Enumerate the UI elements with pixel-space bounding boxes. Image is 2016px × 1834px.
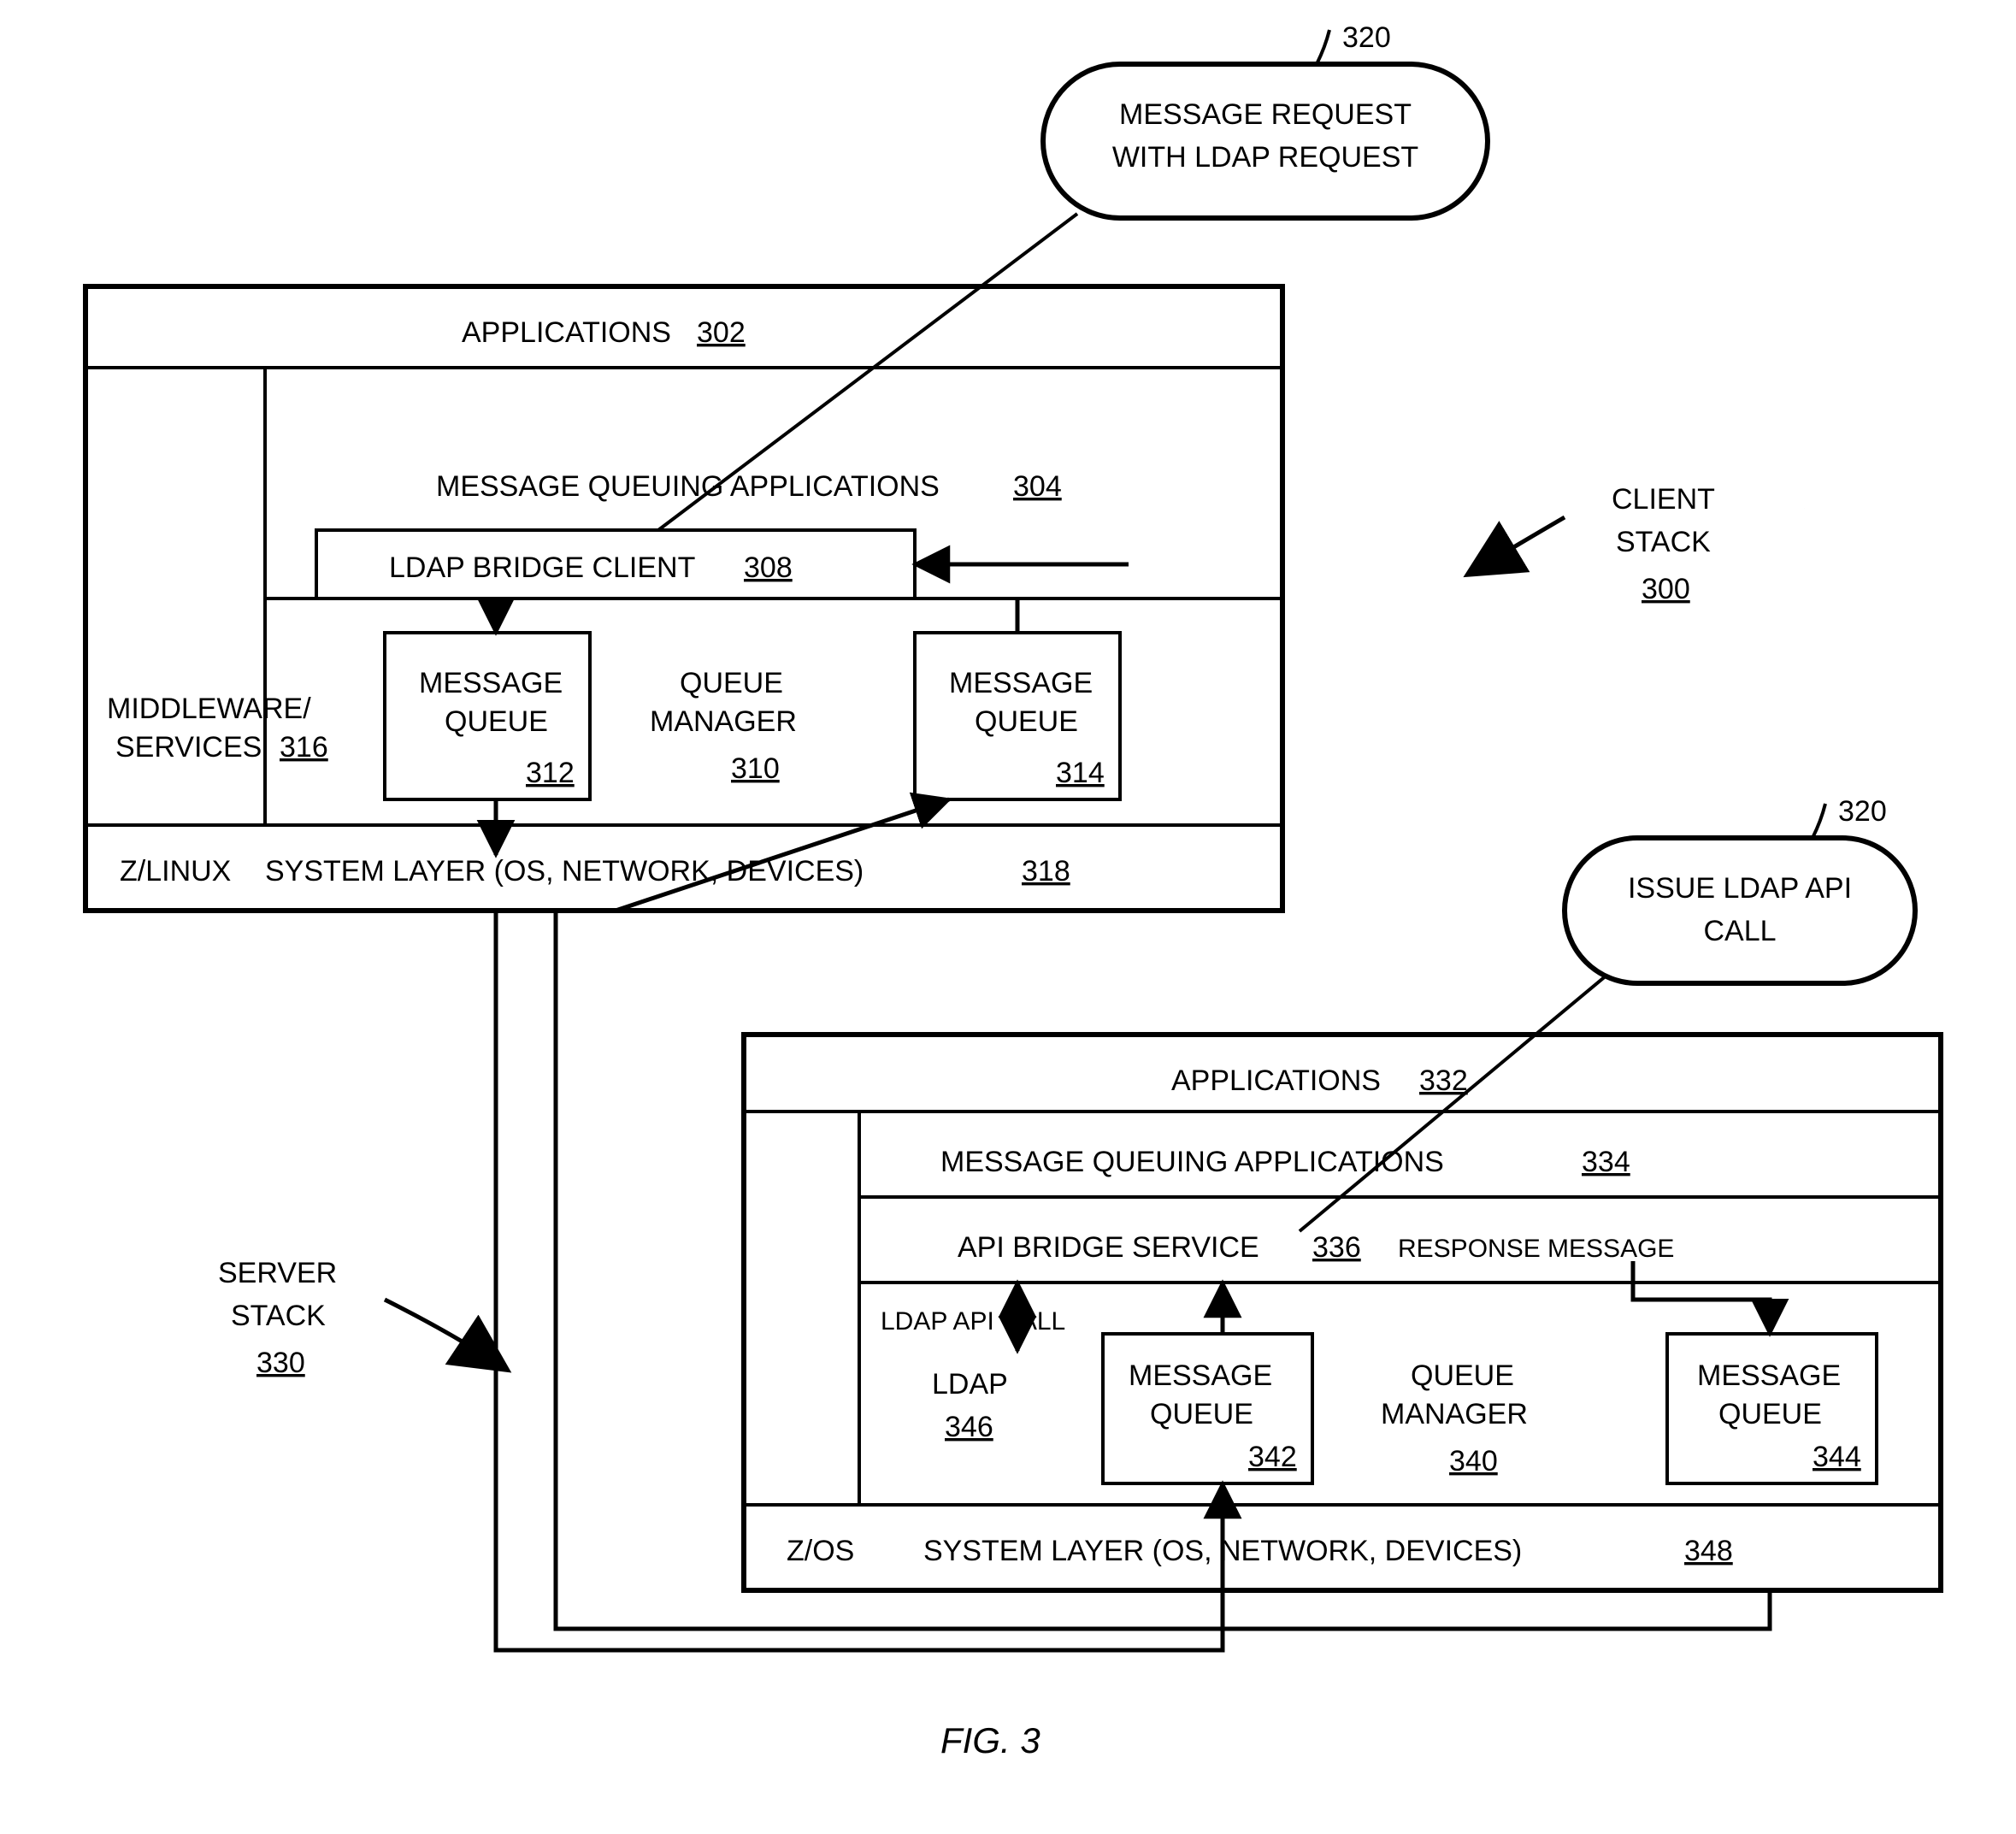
server-mqueue-344-l1: MESSAGE bbox=[1697, 1359, 1841, 1392]
server-ldap-num: 346 bbox=[945, 1411, 993, 1443]
figure-3-diagram: APPLICATIONS 302 MESSAGE QUEUING APPLICA… bbox=[0, 0, 2016, 1834]
svg-text:WITH LDAP REQUEST: WITH LDAP REQUEST bbox=[1112, 141, 1418, 174]
server-apps-num: 332 bbox=[1419, 1064, 1468, 1097]
client-stack: APPLICATIONS 302 MESSAGE QUEUING APPLICA… bbox=[85, 286, 1282, 911]
server-system-num: 348 bbox=[1684, 1535, 1733, 1567]
svg-text:320: 320 bbox=[1342, 21, 1391, 54]
client-mq-num: 304 bbox=[1013, 470, 1062, 503]
client-qm-l1: QUEUE bbox=[680, 667, 783, 699]
client-mqueue-314-l2: QUEUE bbox=[975, 705, 1078, 738]
client-mq-label: MESSAGE QUEUING APPLICATIONS bbox=[436, 470, 940, 503]
svg-text:CLIENT: CLIENT bbox=[1612, 483, 1715, 516]
middleware-num: 316 bbox=[280, 731, 328, 764]
server-qm-num: 340 bbox=[1449, 1445, 1498, 1477]
server-system-prefix: Z/OS bbox=[787, 1535, 854, 1567]
arrow-server-back-to-client bbox=[556, 911, 1770, 1629]
server-stack-pointer bbox=[385, 1300, 504, 1368]
client-apps-label: APPLICATIONS bbox=[462, 316, 671, 349]
svg-text:CALL: CALL bbox=[1703, 915, 1776, 947]
callout-message-request: MESSAGE REQUEST WITH LDAP REQUEST 320 bbox=[1043, 21, 1488, 218]
client-qm-num: 310 bbox=[731, 752, 780, 785]
ldap-api-call-label: LDAP API CALL bbox=[881, 1307, 1065, 1336]
client-system-num: 318 bbox=[1022, 855, 1070, 888]
server-mqueue-342-l2: QUEUE bbox=[1150, 1398, 1253, 1430]
server-apps-label: APPLICATIONS bbox=[1171, 1064, 1381, 1097]
client-qm-l2: MANAGER bbox=[650, 705, 797, 738]
client-system-prefix: Z/LINUX bbox=[120, 855, 231, 888]
api-bridge-num: 336 bbox=[1312, 1231, 1361, 1264]
issue-call-leader bbox=[1300, 975, 1607, 1231]
figure-caption: FIG. 3 bbox=[940, 1720, 1040, 1760]
server-ldap-label: LDAP bbox=[932, 1368, 1008, 1401]
svg-text:300: 300 bbox=[1642, 573, 1690, 605]
svg-text:STACK: STACK bbox=[231, 1300, 326, 1332]
server-mq-num: 334 bbox=[1582, 1146, 1630, 1178]
client-apps-num: 302 bbox=[697, 316, 746, 349]
svg-text:STACK: STACK bbox=[1616, 526, 1711, 558]
server-qm-l1: QUEUE bbox=[1411, 1359, 1514, 1392]
client-mqueue-314-num: 314 bbox=[1056, 757, 1105, 789]
server-qm-l2: MANAGER bbox=[1381, 1398, 1528, 1430]
server-mqueue-342-l1: MESSAGE bbox=[1129, 1359, 1272, 1392]
svg-text:ISSUE LDAP API: ISSUE LDAP API bbox=[1628, 872, 1852, 905]
arrow-response-to-mq344 bbox=[1633, 1261, 1770, 1334]
callout-issue-ldap-api: ISSUE LDAP API CALL 320 bbox=[1565, 795, 1915, 983]
server-mqueue-342-num: 342 bbox=[1248, 1441, 1297, 1473]
server-mqueue-344-l2: QUEUE bbox=[1718, 1398, 1822, 1430]
server-stack: APPLICATIONS 332 MESSAGE QUEUING APPLICA… bbox=[744, 1035, 1941, 1590]
client-mqueue-312-num: 312 bbox=[526, 757, 575, 789]
middleware-label-1: MIDDLEWARE/ bbox=[107, 693, 311, 725]
client-mqueue-312-l1: MESSAGE bbox=[419, 667, 563, 699]
svg-text:320: 320 bbox=[1838, 795, 1887, 828]
client-mqueue-314-l1: MESSAGE bbox=[949, 667, 1093, 699]
middleware-label-2: SERVICES bbox=[115, 731, 262, 764]
svg-text:MESSAGE REQUEST: MESSAGE REQUEST bbox=[1119, 98, 1412, 131]
server-mqueue-344-num: 344 bbox=[1813, 1441, 1861, 1473]
ldap-bridge-client-label: LDAP BRIDGE CLIENT bbox=[389, 551, 695, 584]
svg-text:330: 330 bbox=[256, 1347, 305, 1379]
svg-text:SERVER: SERVER bbox=[218, 1257, 337, 1289]
api-bridge-label: API BRIDGE SERVICE bbox=[958, 1231, 1259, 1264]
client-stack-pointer bbox=[1471, 517, 1565, 573]
client-mqueue-312-l2: QUEUE bbox=[445, 705, 548, 738]
response-message-label: RESPONSE MESSAGE bbox=[1398, 1235, 1674, 1263]
ldap-bridge-client-num: 308 bbox=[744, 551, 793, 584]
